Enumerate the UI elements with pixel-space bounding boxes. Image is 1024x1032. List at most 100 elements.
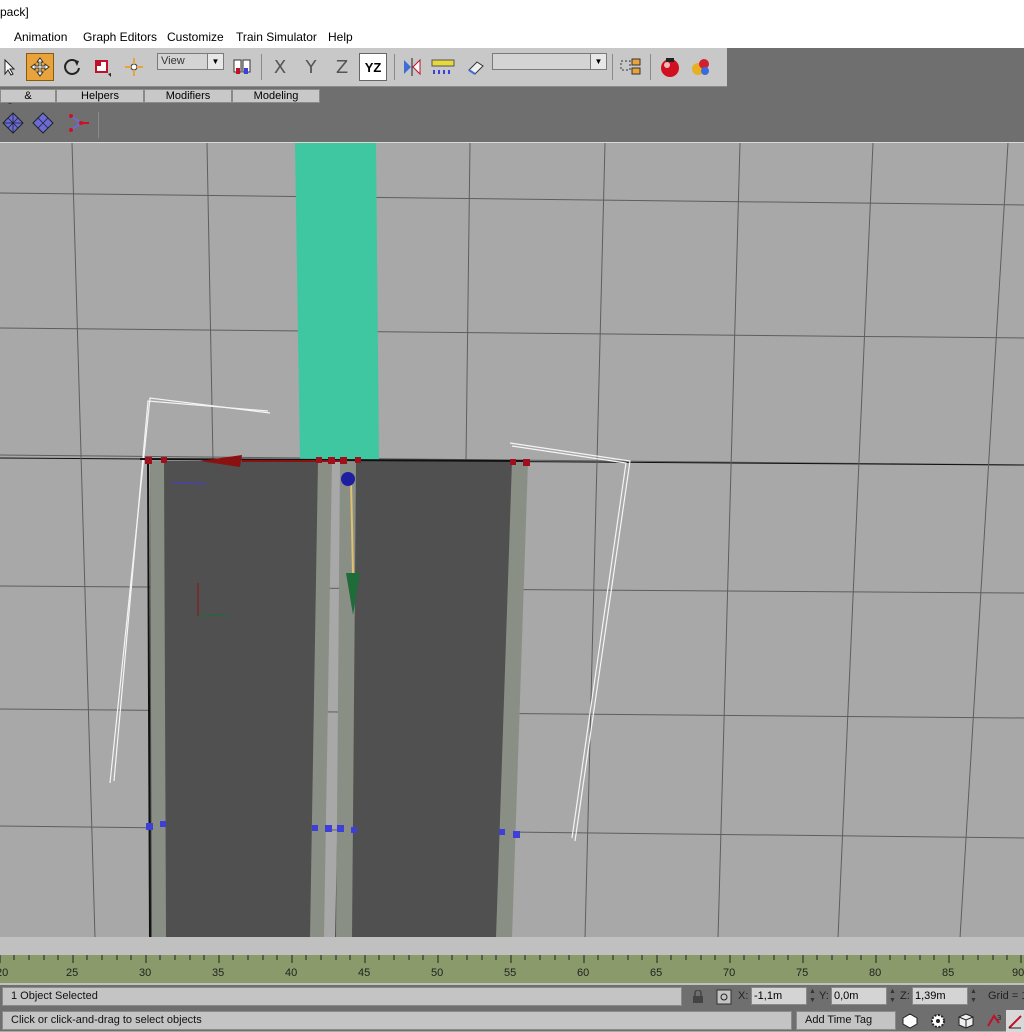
- ruler-label: 50: [431, 967, 444, 979]
- scale-icon: [95, 60, 111, 77]
- mirror-button[interactable]: [398, 53, 426, 81]
- menu-customize[interactable]: Customize: [167, 30, 224, 44]
- material-editor-icon: [692, 59, 709, 75]
- snap-3d-icon: 3: [987, 1014, 1001, 1027]
- platform-object[interactable]: [295, 143, 379, 461]
- restrict-z-button[interactable]: Z: [328, 53, 356, 81]
- window-title: pack]: [0, 5, 29, 19]
- rotate-button[interactable]: [58, 53, 86, 81]
- grid-snap-button[interactable]: [0, 110, 26, 136]
- restrict-yz-button[interactable]: YZ: [359, 53, 387, 81]
- isolate-selection-button[interactable]: [898, 1010, 922, 1032]
- selection-info-text: 1 Object Selected: [11, 990, 98, 1002]
- ruler-label: 70: [723, 967, 736, 979]
- tab-modeling[interactable]: Modeling: [232, 89, 320, 103]
- reference-coord-dropdown[interactable]: View ▼: [157, 53, 224, 70]
- road-surface-left[interactable]: [150, 461, 328, 938]
- tab-cameras[interactable]: & Cameras: [0, 89, 56, 114]
- menu-graph-editors[interactable]: Graph Editors: [83, 30, 157, 44]
- cube-icon: [958, 1013, 974, 1029]
- grid-snap-alt-button[interactable]: [30, 110, 56, 136]
- absolute-mode-icon: [716, 989, 732, 1005]
- ruler-ticks: [0, 955, 1022, 963]
- eraser-button[interactable]: [462, 53, 490, 81]
- spline-icon: [69, 114, 89, 132]
- gizmo-pivot[interactable]: [341, 472, 355, 486]
- z-coord-spinner[interactable]: ▲ ▼: [969, 987, 978, 1005]
- teapot-render-icon: [661, 58, 679, 77]
- ribbon-tabs: & Cameras Helpers Modifiers Modeling: [0, 88, 1024, 114]
- render-setup-button[interactable]: [656, 53, 684, 81]
- x-coord-spinner[interactable]: ▲ ▼: [808, 987, 817, 1005]
- angle-snap-button[interactable]: [1006, 1010, 1024, 1032]
- ribbon-divider: [98, 112, 99, 138]
- z-coord-value: 1,39m: [915, 990, 946, 1002]
- mirror-icon: [404, 58, 421, 76]
- restrict-y-button[interactable]: Y: [297, 53, 325, 81]
- named-selection-dropdown[interactable]: ▼: [492, 53, 607, 70]
- chevron-down-icon: ▼: [207, 54, 223, 69]
- eraser-icon: [468, 61, 484, 75]
- gear-icon: [931, 1014, 945, 1028]
- placement-icon: [125, 58, 143, 76]
- scale-button[interactable]: [88, 53, 116, 81]
- axis-x-label: X: [273, 56, 287, 78]
- move-button[interactable]: [26, 53, 54, 81]
- snap-toggle-button[interactable]: [926, 1010, 950, 1032]
- x-coord-label: X:: [738, 990, 749, 1002]
- svg-text:3: 3: [997, 1014, 1001, 1022]
- time-slider-bar[interactable]: 20 25 30 35 40 45 50 55 60 65 70 75 80 8…: [0, 937, 1024, 985]
- cube-view-button[interactable]: [954, 1010, 978, 1032]
- pivot-center-button[interactable]: [228, 53, 256, 81]
- menu-train-simulator[interactable]: Train Simulator: [236, 30, 317, 44]
- snap-3d-button[interactable]: 3: [982, 1010, 1006, 1032]
- axis-yz-label: YZ: [364, 59, 382, 75]
- prompt-line: Click or click-and-drag to select object…: [2, 1011, 792, 1030]
- ruler-label: 85: [942, 967, 955, 979]
- add-time-tag-field[interactable]: Add Time Tag: [796, 1011, 896, 1030]
- lock-icon: [693, 990, 703, 1003]
- selection-info-field: 1 Object Selected: [2, 987, 682, 1006]
- move-icon: [30, 57, 50, 77]
- toolbar-divider: [612, 54, 613, 80]
- select-object-button[interactable]: [0, 53, 20, 81]
- menu-bar: Animation Graph Editors Customize Train …: [0, 26, 1024, 48]
- grid-size-label: Grid = 1: [988, 990, 1024, 1002]
- menu-help[interactable]: Help: [328, 30, 353, 44]
- title-bar: pack]: [0, 0, 1024, 26]
- toolbar-divider: [261, 54, 262, 80]
- chevron-down-icon: ▼: [590, 54, 606, 69]
- selection-lock-toggle[interactable]: [686, 986, 710, 1008]
- ruler-label: 55: [504, 967, 517, 979]
- restrict-x-button[interactable]: X: [266, 53, 294, 81]
- y-coord-spinner[interactable]: ▲ ▼: [888, 987, 897, 1005]
- main-toolbar: View ▼ X Y Z YZ ▼: [0, 48, 1024, 88]
- track-bar[interactable]: 20 25 30 35 40 45 50 55 60 65 70 75 80 8…: [0, 955, 1024, 983]
- menu-animation[interactable]: Animation: [14, 30, 67, 44]
- tab-label: Modifiers: [165, 90, 211, 102]
- y-coord-field[interactable]: 0,0m: [831, 987, 887, 1005]
- spline-tool-button[interactable]: [66, 110, 92, 136]
- status-bar: 1 Object Selected Click or click-and-dra…: [0, 985, 1024, 1032]
- align-button[interactable]: [429, 53, 457, 81]
- axis-z-label: Z: [335, 56, 349, 78]
- toolbar-divider: [650, 54, 651, 80]
- z-coord-field[interactable]: 1,39m: [912, 987, 968, 1005]
- ruler-label: 45: [358, 967, 371, 979]
- road-surface-right[interactable]: [335, 461, 525, 938]
- toolbar-panel: View ▼ X Y Z YZ ▼: [0, 48, 727, 87]
- tab-modifiers[interactable]: Modifiers: [144, 89, 232, 103]
- ruler-label: 65: [650, 967, 663, 979]
- ruler-label: 75: [796, 967, 809, 979]
- tab-helpers[interactable]: Helpers: [56, 89, 144, 103]
- material-editor-button[interactable]: [687, 53, 715, 81]
- edge-line: [147, 460, 151, 938]
- absolute-mode-toggle[interactable]: [712, 986, 736, 1008]
- axis-y-label: Y: [305, 56, 317, 78]
- ribbon-panel: [0, 104, 1024, 142]
- x-coord-field[interactable]: -1,1m: [751, 987, 807, 1005]
- layer-manager-button[interactable]: [617, 53, 645, 81]
- align-icon: [431, 59, 455, 74]
- placement-button[interactable]: [120, 53, 148, 81]
- perspective-viewport[interactable]: [0, 142, 1024, 938]
